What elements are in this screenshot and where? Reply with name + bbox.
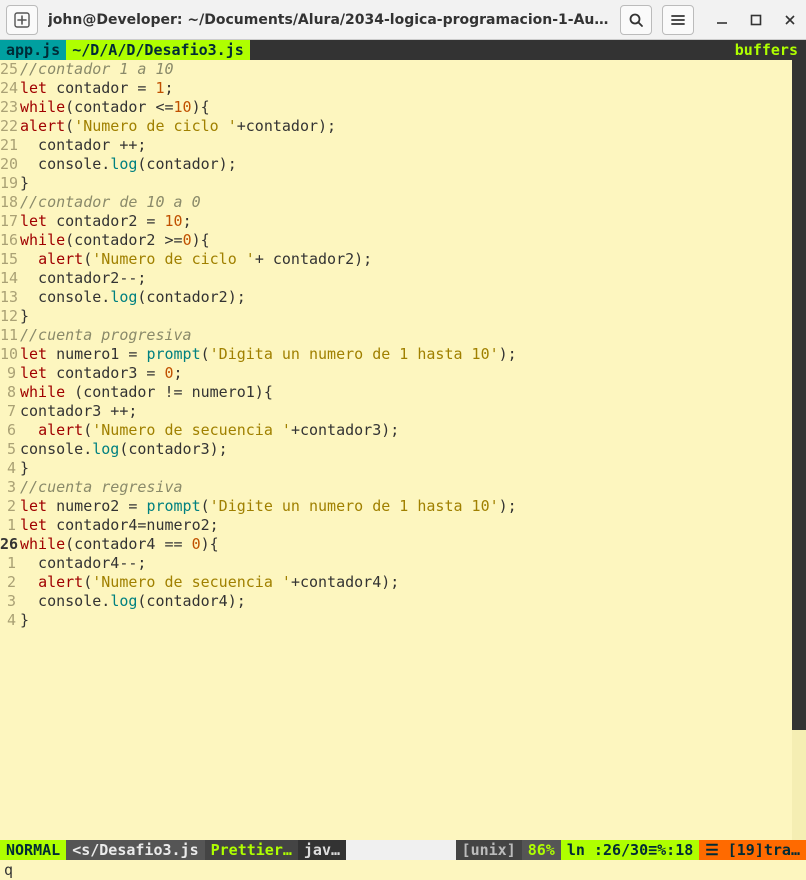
code-line[interactable]: } [20, 459, 806, 478]
status-prettier: Prettier… [205, 840, 298, 860]
line-number: 26 [0, 535, 16, 554]
tab-desafio3-js[interactable]: ~/D/A/D/Desafio3.js [66, 40, 250, 60]
line-number: 10 [0, 345, 16, 364]
line-number: 22 [0, 117, 16, 136]
code-line[interactable]: alert('Numero de secuencia '+contador4); [20, 573, 806, 592]
code-line[interactable]: let numero2 = prompt('Digite un numero d… [20, 497, 806, 516]
maximize-icon [750, 14, 762, 26]
status-lang: jav… [298, 840, 346, 860]
tab-app-js[interactable]: app.js [0, 40, 66, 60]
code-line[interactable]: //contador 1 a 10 [20, 60, 806, 79]
code-line[interactable]: } [20, 611, 806, 630]
buffers-label: buffers [727, 41, 806, 59]
minimize-button[interactable] [712, 10, 732, 30]
line-number: 23 [0, 98, 16, 117]
line-number: 5 [0, 440, 16, 459]
line-number: 9 [0, 364, 16, 383]
code-line[interactable]: while(contador4 == 0){ [20, 535, 806, 554]
editor-scrollbar[interactable] [792, 60, 806, 840]
window-title: john@Developer: ~/Documents/Alura/2034-l… [48, 12, 610, 28]
line-number: 8 [0, 383, 16, 402]
code-line[interactable]: //cuenta regresiva [20, 478, 806, 497]
line-number: 20 [0, 155, 16, 174]
code-line[interactable]: let contador4=numero2; [20, 516, 806, 535]
line-number: 18 [0, 193, 16, 212]
code-line[interactable]: console.log(contador3); [20, 440, 806, 459]
titlebar: john@Developer: ~/Documents/Alura/2034-l… [0, 0, 806, 40]
code-line[interactable]: contador3 ++; [20, 402, 806, 421]
close-icon [784, 14, 796, 26]
minimize-icon [716, 14, 728, 26]
line-number: 17 [0, 212, 16, 231]
line-number: 1 [0, 516, 16, 535]
menu-button[interactable] [662, 5, 694, 35]
line-number: 1 [0, 554, 16, 573]
line-number: 3 [0, 592, 16, 611]
search-icon [628, 12, 644, 28]
code-line[interactable]: let contador2 = 10; [20, 212, 806, 231]
code-line[interactable]: let contador3 = 0; [20, 364, 806, 383]
code-line[interactable]: while (contador != numero1){ [20, 383, 806, 402]
statusbar: NORMAL <s/Desafio3.js Prettier… jav… [un… [0, 840, 806, 860]
plus-icon [14, 12, 30, 28]
code-line[interactable]: while(contador2 >=0){ [20, 231, 806, 250]
line-number: 3 [0, 478, 16, 497]
code-line[interactable]: contador2--; [20, 269, 806, 288]
line-number: 6 [0, 421, 16, 440]
line-number: 25 [0, 60, 16, 79]
code-line[interactable]: while(contador <=10){ [20, 98, 806, 117]
line-number: 11 [0, 326, 16, 345]
status-trailing: ☰ [19]tra… [699, 840, 806, 860]
line-number: 21 [0, 136, 16, 155]
code-line[interactable]: console.log(contador4); [20, 592, 806, 611]
search-button[interactable] [620, 5, 652, 35]
line-number: 12 [0, 307, 16, 326]
line-number: 2 [0, 573, 16, 592]
code-line[interactable]: //contador de 10 a 0 [20, 193, 806, 212]
hamburger-icon [670, 12, 686, 28]
code-content[interactable]: //contador 1 a 10let contador = 1;while(… [20, 60, 806, 840]
line-number: 4 [0, 611, 16, 630]
code-line[interactable]: let numero1 = prompt('Digita un numero d… [20, 345, 806, 364]
code-line[interactable]: contador ++; [20, 136, 806, 155]
line-number: 16 [0, 231, 16, 250]
code-line[interactable]: alert('Numero de secuencia '+contador3); [20, 421, 806, 440]
status-percent: 86% [522, 840, 561, 860]
line-number: 24 [0, 79, 16, 98]
code-line[interactable]: alert('Numero de ciclo '+contador); [20, 117, 806, 136]
new-tab-button[interactable] [6, 5, 38, 35]
code-line[interactable]: console.log(contador); [20, 155, 806, 174]
code-line[interactable]: console.log(contador2); [20, 288, 806, 307]
scrollbar-thumb[interactable] [792, 60, 806, 730]
line-number: 7 [0, 402, 16, 421]
command-line[interactable]: q [0, 860, 806, 880]
line-number: 14 [0, 269, 16, 288]
status-encoding: [unix] [456, 840, 522, 860]
code-line[interactable]: alert('Numero de ciclo '+ contador2); [20, 250, 806, 269]
code-line[interactable]: //cuenta progresiva [20, 326, 806, 345]
line-number: 19 [0, 174, 16, 193]
editor-area[interactable]: 2524232221201918171615141312111098765432… [0, 60, 806, 840]
line-number: 13 [0, 288, 16, 307]
line-number: 15 [0, 250, 16, 269]
line-number: 4 [0, 459, 16, 478]
code-line[interactable]: } [20, 307, 806, 326]
line-number-gutter: 2524232221201918171615141312111098765432… [0, 60, 20, 840]
code-line[interactable]: let contador = 1; [20, 79, 806, 98]
status-mode: NORMAL [0, 840, 66, 860]
close-button[interactable] [780, 10, 800, 30]
code-line[interactable]: contador4--; [20, 554, 806, 573]
status-file: <s/Desafio3.js [66, 840, 204, 860]
maximize-button[interactable] [746, 10, 766, 30]
line-number: 2 [0, 497, 16, 516]
code-line[interactable]: } [20, 174, 806, 193]
buffer-tabbar: app.js ~/D/A/D/Desafio3.js buffers [0, 40, 806, 60]
status-position: ln :26/30≡%:18 [561, 840, 699, 860]
